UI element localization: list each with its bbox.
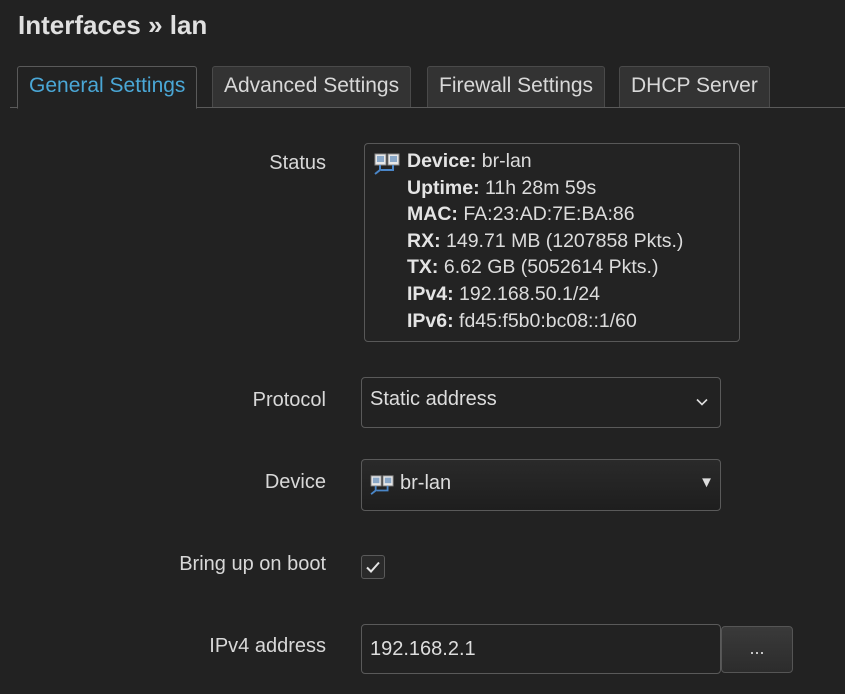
network-bridge-icon	[370, 475, 394, 495]
status-tx-value: 6.62 GB (5052614 Pkts.)	[443, 256, 659, 279]
status-device-row: Device: br-lan	[407, 148, 683, 175]
tab-general-settings[interactable]: General Settings	[17, 66, 198, 109]
status-uptime-value: 11h 28m 59s	[485, 176, 597, 199]
status-mac-row: MAC: FA:23:AD:7E:BA:86	[407, 201, 683, 228]
status-label: Status	[269, 152, 326, 174]
network-bridge-icon	[374, 153, 400, 175]
status-uptime-row: Uptime: 11h 28m 59s	[407, 175, 683, 202]
status-ipv6-row: IPv6: fd45:f5b0:bc08::1/60	[407, 308, 683, 335]
dropdown-arrow-icon: ▼	[699, 474, 714, 491]
status-ipv6-value: fd45:f5b0:bc08::1/60	[459, 309, 637, 332]
status-ipv4-key: IPv4:	[407, 282, 454, 305]
interface-edit-page: Interfaces » lan General Settings Advanc…	[0, 0, 845, 694]
status-ipv4-row: IPv4: 192.168.50.1/24	[407, 281, 683, 308]
tab-advanced-settings[interactable]: Advanced Settings	[212, 66, 412, 107]
status-box: Device: br-lan Uptime: 11h 28m 59s MAC: …	[364, 143, 740, 342]
ipv4-address-label: IPv4 address	[209, 635, 326, 657]
device-select[interactable]: br-lan ▼	[361, 459, 721, 511]
boot-checkbox[interactable]	[361, 555, 385, 579]
ipv4-address-input[interactable]	[361, 624, 721, 674]
checkmark-icon	[366, 561, 380, 573]
status-tx-row: TX: 6.62 GB (5052614 Pkts.)	[407, 254, 683, 281]
status-rx-value: 149.71 MB (1207858 Pkts.)	[446, 229, 684, 252]
status-rx-key: RX:	[407, 229, 441, 252]
status-ipv6-key: IPv6:	[407, 309, 454, 332]
device-label: Device	[264, 471, 326, 493]
tab-firewall-settings[interactable]: Firewall Settings	[427, 66, 606, 107]
status-mac-key: MAC:	[407, 203, 458, 226]
status-details: Device: br-lan Uptime: 11h 28m 59s MAC: …	[407, 148, 683, 334]
protocol-select-value: Static address	[370, 388, 497, 410]
status-device-value: br-lan	[481, 150, 532, 172]
status-tx-key: TX:	[407, 256, 439, 279]
boot-label: Bring up on boot	[179, 553, 326, 575]
status-device-key: Device:	[407, 150, 477, 172]
status-mac-value: FA:23:AD:7E:BA:86	[463, 203, 635, 226]
status-uptime-key: Uptime:	[407, 176, 480, 199]
protocol-select[interactable]: Static address	[361, 377, 721, 428]
ipv4-more-button[interactable]: ...	[721, 626, 793, 673]
status-ipv4-value: 192.168.50.1/24	[459, 282, 600, 305]
chevron-down-icon	[696, 398, 708, 406]
tab-bar: General Settings Advanced Settings Firew…	[10, 66, 845, 109]
status-rx-row: RX: 149.71 MB (1207858 Pkts.)	[407, 228, 683, 255]
device-select-value: br-lan	[400, 472, 452, 494]
page-title: Interfaces » lan	[18, 10, 208, 40]
protocol-label: Protocol	[252, 389, 326, 411]
tab-dhcp-server[interactable]: DHCP Server	[619, 66, 770, 107]
